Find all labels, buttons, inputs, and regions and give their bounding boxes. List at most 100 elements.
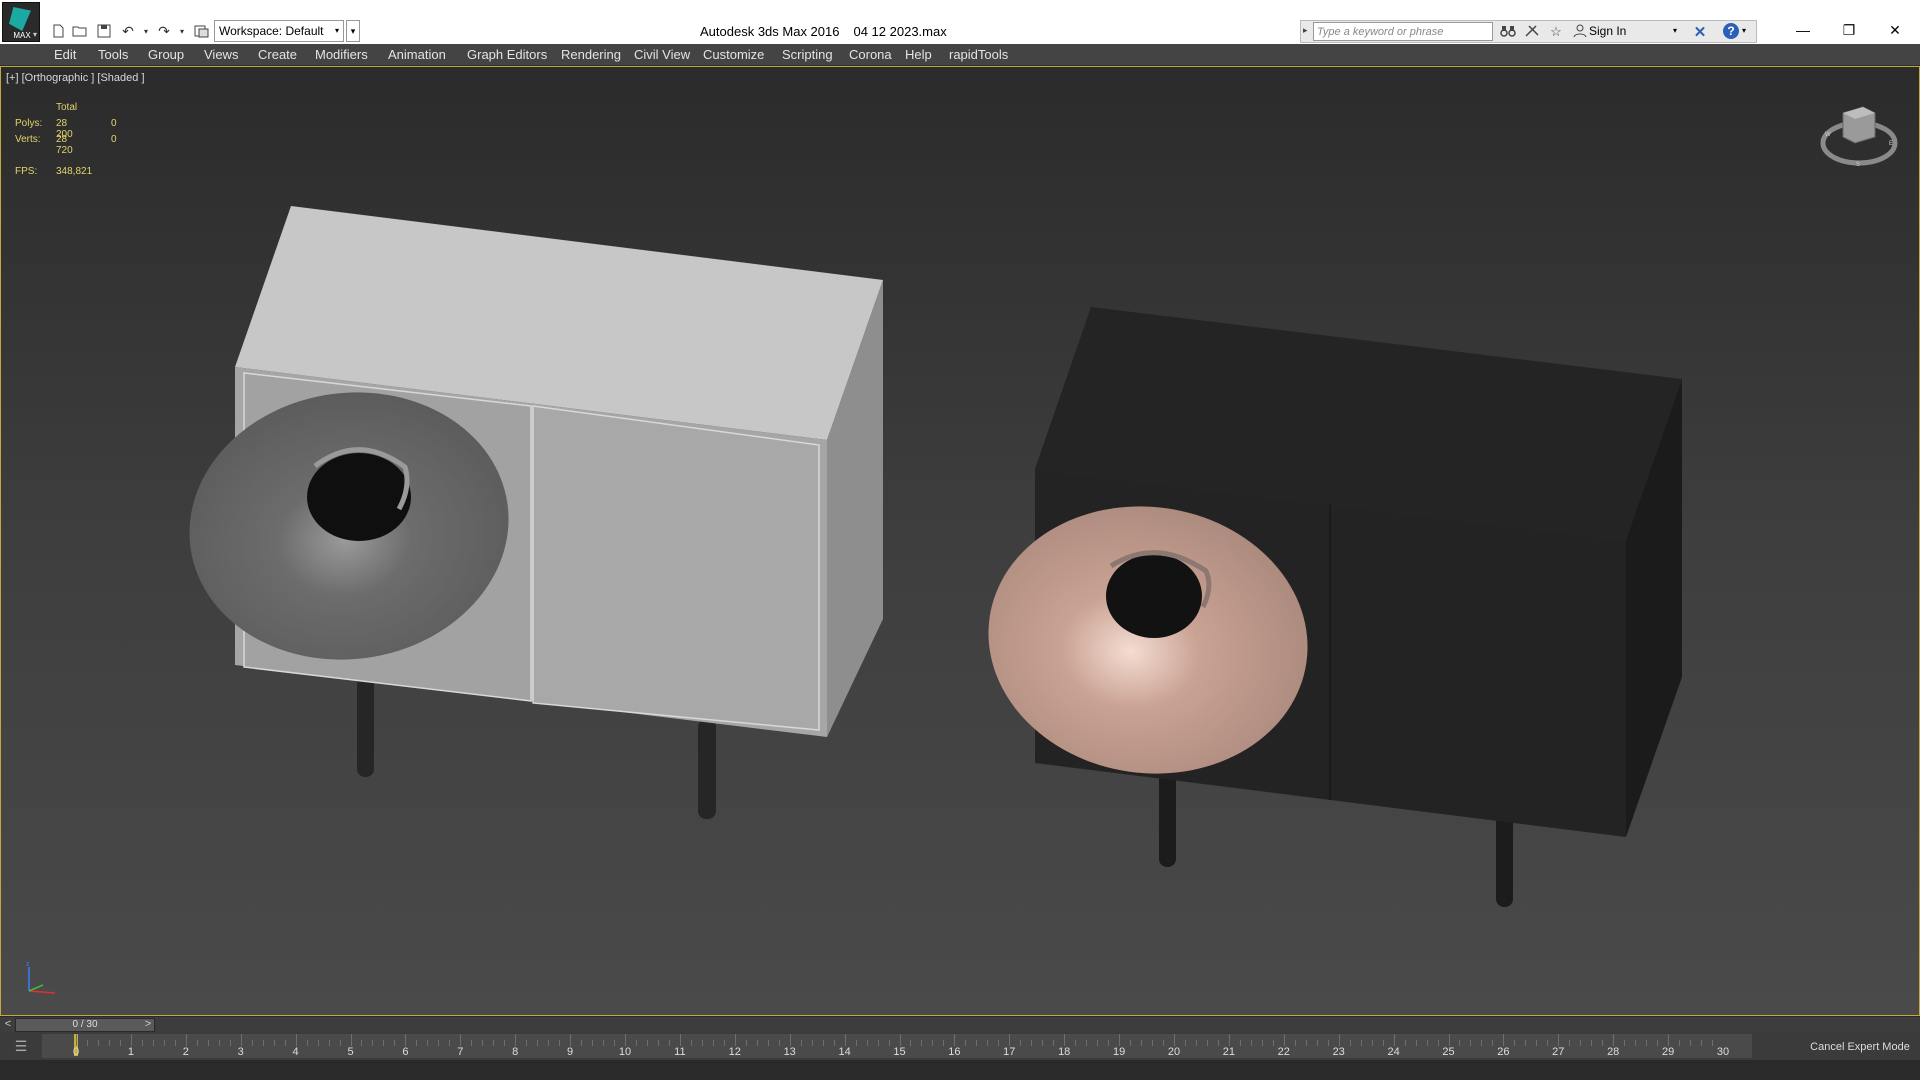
chevron-down-icon[interactable]: ▾ [1673,26,1677,35]
tick-mark [262,1040,264,1046]
quick-access-customize-button[interactable]: ▾ [346,20,360,42]
tick-label: 9 [567,1046,574,1058]
tick-mark [954,1034,956,1046]
tick-mark [1624,1040,1626,1046]
viewport-orthographic[interactable]: [+] [Orthographic ] [Shaded ] Total Poly… [0,66,1920,1016]
close-button[interactable]: ✕ [1872,16,1918,44]
menu-customize[interactable]: Customize [703,47,764,62]
tick-label: 11 [674,1046,686,1058]
cabinet-dark[interactable] [971,307,1682,907]
save-icon[interactable] [94,22,114,40]
tick-mark [1459,1040,1461,1046]
favorites-star-icon[interactable]: ☆ [1547,24,1565,40]
tick-mark [229,1040,231,1046]
tick-mark [1217,1040,1219,1046]
binoculars-icon[interactable] [1499,24,1517,40]
menu-scripting[interactable]: Scripting [782,47,833,62]
tick-label: 30 [1716,1046,1730,1058]
tick-mark [493,1040,495,1046]
user-icon[interactable] [1571,24,1589,40]
menu-bar: Edit Tools Group Views Create Modifiers … [0,44,1920,66]
tick-mark [482,1040,484,1046]
menu-rapidtools[interactable]: rapidTools [949,47,1008,62]
collapse-arrow-icon[interactable]: ▸ [1303,25,1308,36]
tick-mark [811,1040,813,1046]
viewcube-icon[interactable]: W E S [1819,95,1899,169]
tick-mark [1437,1040,1439,1046]
previous-frame-button[interactable]: < [2,1017,14,1032]
tick-label: 5 [347,1046,354,1058]
open-file-icon[interactable] [70,22,90,40]
curve-editor-icon[interactable]: ☰ [10,1036,32,1056]
redo-icon[interactable]: ↷ [154,22,174,40]
new-file-icon[interactable] [48,22,68,40]
menu-rendering[interactable]: Rendering [561,47,621,62]
menu-edit[interactable]: Edit [54,47,76,62]
tick-label: 1 [127,1046,134,1058]
tick-mark [1031,1040,1033,1046]
menu-help[interactable]: Help [905,47,932,62]
tick-label: 25 [1442,1046,1455,1058]
tick-mark [1514,1040,1516,1046]
menu-graph-editors[interactable]: Graph Editors [467,47,547,62]
tick-mark [537,1040,539,1046]
title-bar: ▾ MAX ↶ ▾ ↷ ▾ Workspace: Default ▾ ▾ Aut… [0,0,1920,44]
tick-mark [251,1040,253,1046]
tick-mark [86,1040,88,1046]
tick-mark [1701,1040,1703,1046]
autodesk-exchange-icon[interactable]: ✕ [1691,23,1709,41]
cabinet-grey[interactable] [172,206,883,819]
menu-modifiers[interactable]: Modifiers [315,47,368,62]
tick-label: 20 [1167,1046,1181,1058]
tick-label: 23 [1332,1046,1345,1058]
tick-mark [844,1034,846,1046]
menu-animation[interactable]: Animation [388,47,446,62]
menu-views[interactable]: Views [204,47,238,62]
tick-mark [284,1040,286,1046]
search-input[interactable] [1313,22,1493,41]
minimize-button[interactable]: — [1780,16,1826,44]
undo-dropdown-icon[interactable]: ▾ [136,22,156,40]
tick-mark [1130,1040,1132,1046]
workspace-dropdown[interactable]: Workspace: Default ▾ [214,20,344,42]
file-name: 04 12 2023.max [853,24,947,39]
cabinet-leg [1159,767,1176,867]
tick-label: 7 [457,1046,464,1058]
chevron-down-icon[interactable]: ▾ [1742,26,1746,35]
menu-create[interactable]: Create [258,47,297,62]
cancel-expert-mode-button[interactable]: Cancel Expert Mode [1800,1038,1920,1056]
menu-tools[interactable]: Tools [98,47,128,62]
undo-icon[interactable]: ↶ [118,22,138,40]
cabinet-leg [357,677,374,777]
tick-mark [350,1034,352,1046]
tick-label: 26 [1497,1046,1510,1058]
help-icon[interactable]: ? [1723,23,1739,39]
menu-civil-view[interactable]: Civil View [634,47,690,62]
time-slider-handle[interactable]: 0 / 30 [15,1018,155,1032]
tick-mark [1580,1040,1582,1046]
menu-corona[interactable]: Corona [849,47,892,62]
tick-label: 6 [402,1046,409,1058]
tick-mark [1404,1040,1406,1046]
tick-mark [1492,1040,1494,1046]
infocenter-toolbar: ▸ ☆ Sign In ▾ ✕ ? ▾ [1300,20,1757,43]
tick-mark [526,1040,528,1046]
tick-mark [987,1040,989,1046]
menu-group[interactable]: Group [148,47,184,62]
tick-mark [723,1040,725,1046]
tick-label: 28 [1607,1046,1620,1058]
restore-button[interactable]: ❐ [1826,16,1872,44]
sign-in-button[interactable]: Sign In [1589,24,1626,38]
redo-dropdown-icon[interactable]: ▾ [172,22,192,40]
project-folder-icon[interactable] [192,22,212,40]
communication-center-icon[interactable] [1523,24,1541,40]
track-bar: ☰ 0 1 2 3 4 5 6 7 8 9 10 11 12 13 14 15 16 17 18 19 20 21 22 23… [0,1032,1920,1060]
time-slider[interactable]: < 0 / 30 > [0,1016,1920,1032]
svg-text:W: W [1825,132,1831,138]
application-menu-button[interactable]: ▾ MAX [2,2,40,42]
next-frame-button[interactable]: > [142,1017,154,1032]
tick-mark [1569,1040,1571,1046]
tick-mark [1448,1034,1450,1046]
scene-render[interactable] [1,67,1919,1015]
tick-mark [372,1040,374,1046]
